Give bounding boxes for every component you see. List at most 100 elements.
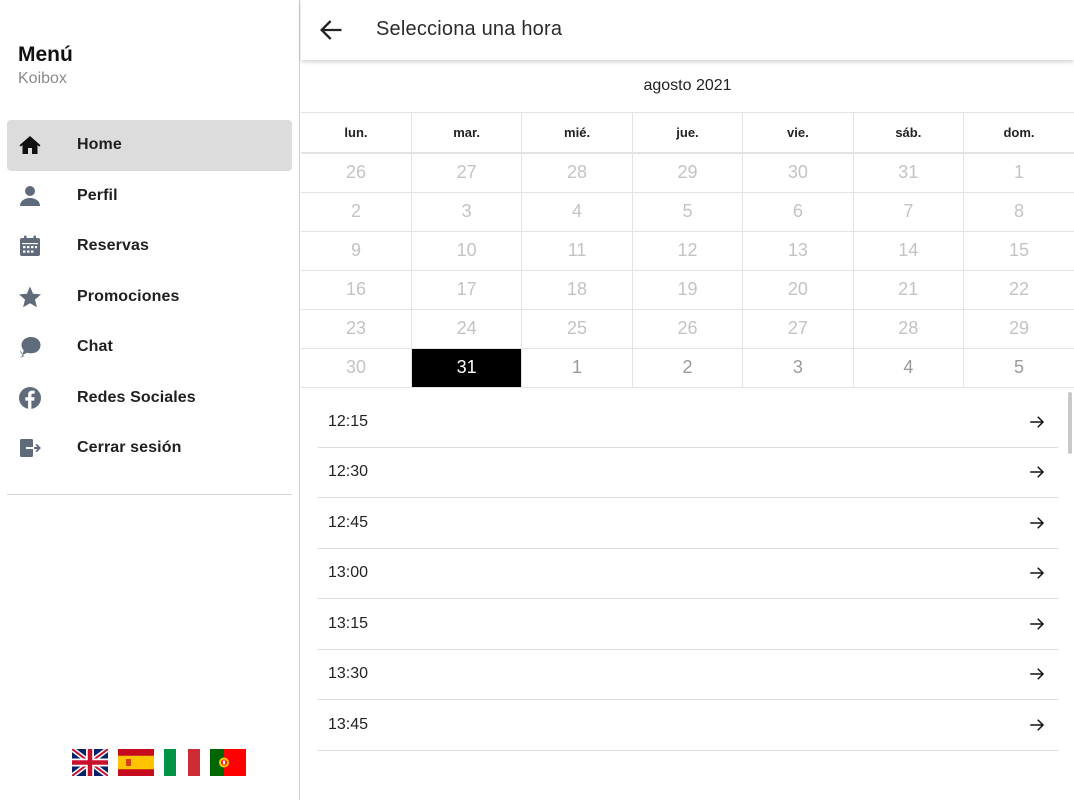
weekday-header: mar. bbox=[411, 113, 523, 154]
calendar-day: 14 bbox=[853, 231, 965, 271]
arrow-forward-icon bbox=[1028, 716, 1046, 734]
time-slot-list: 12:15 12:30 12:45 13:00 13:15 13:30 13:4… bbox=[318, 397, 1058, 751]
es-flag-icon[interactable] bbox=[118, 749, 154, 776]
arrow-forward-icon bbox=[1028, 413, 1046, 431]
calendar-day: 21 bbox=[853, 270, 965, 310]
calendar-day: 30 bbox=[301, 348, 412, 388]
time-slot-item[interactable]: 13:45 bbox=[318, 700, 1058, 751]
facebook-icon bbox=[7, 386, 77, 410]
calendar-day[interactable]: 2 bbox=[632, 348, 744, 388]
sidebar-nav: Home Perfil Reservas Promociones Chat Re… bbox=[7, 120, 292, 474]
arrow-back-icon[interactable] bbox=[317, 16, 345, 44]
calendar-day: 27 bbox=[411, 153, 523, 193]
calendar-day[interactable]: 5 bbox=[963, 348, 1074, 388]
calendar-week-row: 30 31 1 2 3 4 5 bbox=[301, 348, 1074, 388]
calendar-day: 29 bbox=[963, 309, 1074, 349]
calendar-day: 26 bbox=[632, 309, 744, 349]
home-icon bbox=[7, 133, 77, 157]
calendar-day: 5 bbox=[632, 192, 744, 232]
star-icon bbox=[7, 285, 77, 309]
calendar-day: 22 bbox=[963, 270, 1074, 310]
weekday-header: vie. bbox=[742, 113, 854, 154]
calendar-day: 17 bbox=[411, 270, 523, 310]
calendar-day: 25 bbox=[521, 309, 633, 349]
weekday-header-row: lun. mar. mié. jue. vie. sáb. dom. bbox=[301, 113, 1074, 154]
calendar-day: 27 bbox=[742, 309, 854, 349]
calendar-day: 23 bbox=[301, 309, 412, 349]
sidebar-item-promociones[interactable]: Promociones bbox=[7, 272, 292, 323]
arrow-forward-icon bbox=[1028, 665, 1046, 683]
calendar-day: 1 bbox=[963, 153, 1074, 193]
calendar-day: 12 bbox=[632, 231, 744, 271]
time-slot-label: 13:45 bbox=[328, 715, 369, 733]
menu-title: Menú bbox=[18, 43, 73, 66]
calendar-day: 13 bbox=[742, 231, 854, 271]
calendar-day: 16 bbox=[301, 270, 412, 310]
calendar-icon bbox=[7, 234, 77, 258]
calendar-day: 26 bbox=[301, 153, 412, 193]
sidebar-item-home[interactable]: Home bbox=[7, 120, 292, 171]
calendar-week-row: 2 3 4 5 6 7 8 bbox=[301, 192, 1074, 232]
en-flag-icon[interactable] bbox=[72, 749, 108, 776]
calendar-day: 30 bbox=[742, 153, 854, 193]
calendar-week-row: 16 17 18 19 20 21 22 bbox=[301, 270, 1074, 310]
calendar-day: 10 bbox=[411, 231, 523, 271]
sidebar-item-label: Cerrar sesión bbox=[77, 439, 182, 457]
user-icon bbox=[7, 184, 77, 208]
sidebar-divider bbox=[7, 494, 292, 495]
calendar-day: 2 bbox=[301, 192, 412, 232]
sidebar-item-redes-sociales[interactable]: Redes Sociales bbox=[7, 373, 292, 424]
calendar-day-selected[interactable]: 31 bbox=[411, 348, 523, 388]
sidebar-item-label: Home bbox=[77, 136, 122, 154]
sidebar-item-reservas[interactable]: Reservas bbox=[7, 221, 292, 272]
calendar-week-row: 9 10 11 12 13 14 15 bbox=[301, 231, 1074, 271]
weekday-header: sáb. bbox=[853, 113, 965, 154]
menu-subtitle: Koibox bbox=[18, 70, 67, 87]
calendar-week-row: 23 24 25 26 27 28 29 bbox=[301, 309, 1074, 349]
time-slot-item[interactable]: 12:15 bbox=[318, 397, 1058, 448]
calendar-day: 8 bbox=[963, 192, 1074, 232]
calendar-day[interactable]: 4 bbox=[853, 348, 965, 388]
calendar-day: 4 bbox=[521, 192, 633, 232]
sidebar-item-label: Reservas bbox=[77, 237, 149, 255]
arrow-forward-icon bbox=[1028, 564, 1046, 582]
calendar-day: 7 bbox=[853, 192, 965, 232]
calendar-day: 28 bbox=[521, 153, 633, 193]
time-slot-item[interactable]: 13:15 bbox=[318, 599, 1058, 650]
sidebar-item-label: Redes Sociales bbox=[77, 388, 196, 406]
sidebar-item-label: Promociones bbox=[77, 287, 180, 305]
time-slot-label: 13:30 bbox=[328, 665, 369, 683]
time-slot-label: 12:45 bbox=[328, 513, 369, 531]
calendar-day[interactable]: 3 bbox=[742, 348, 854, 388]
time-slot-item[interactable]: 12:30 bbox=[318, 448, 1058, 498]
time-slot-item[interactable]: 13:00 bbox=[318, 549, 1058, 599]
weekday-header: lun. bbox=[301, 113, 412, 154]
calendar-day: 9 bbox=[301, 231, 412, 271]
page-title: Selecciona una hora bbox=[376, 18, 563, 40]
arrow-forward-icon bbox=[1028, 463, 1046, 481]
weekday-header: mié. bbox=[521, 113, 633, 154]
main-content: Selecciona una hora agosto 2021 lun. mar… bbox=[301, 0, 1074, 800]
weekday-header: jue. bbox=[632, 113, 744, 154]
time-slot-label: 12:30 bbox=[328, 463, 369, 481]
pt-flag-icon[interactable] bbox=[210, 749, 246, 776]
time-slot-item[interactable]: 13:30 bbox=[318, 650, 1058, 700]
sidebar-item-perfil[interactable]: Perfil bbox=[7, 171, 292, 222]
calendar-day: 31 bbox=[853, 153, 965, 193]
calendar-grid: lun. mar. mié. jue. vie. sáb. dom. 26 27… bbox=[301, 113, 1074, 388]
weekday-header: dom. bbox=[963, 113, 1074, 154]
scrollbar[interactable] bbox=[1068, 392, 1072, 454]
sidebar-item-cerrar-sesion[interactable]: Cerrar sesión bbox=[7, 423, 292, 474]
time-slot-item[interactable]: 12:45 bbox=[318, 498, 1058, 549]
calendar-day: 24 bbox=[411, 309, 523, 349]
language-selector bbox=[72, 749, 246, 776]
app-bar: Selecciona una hora bbox=[301, 0, 1074, 60]
calendar-day: 20 bbox=[742, 270, 854, 310]
sidebar-item-chat[interactable]: Chat bbox=[7, 322, 292, 373]
calendar-day[interactable]: 1 bbox=[521, 348, 633, 388]
calendar-month-label: agosto 2021 bbox=[301, 60, 1074, 113]
it-flag-icon[interactable] bbox=[164, 749, 200, 776]
calendar-day: 19 bbox=[632, 270, 744, 310]
time-slot-label: 12:15 bbox=[328, 412, 369, 430]
chat-icon bbox=[7, 335, 77, 359]
